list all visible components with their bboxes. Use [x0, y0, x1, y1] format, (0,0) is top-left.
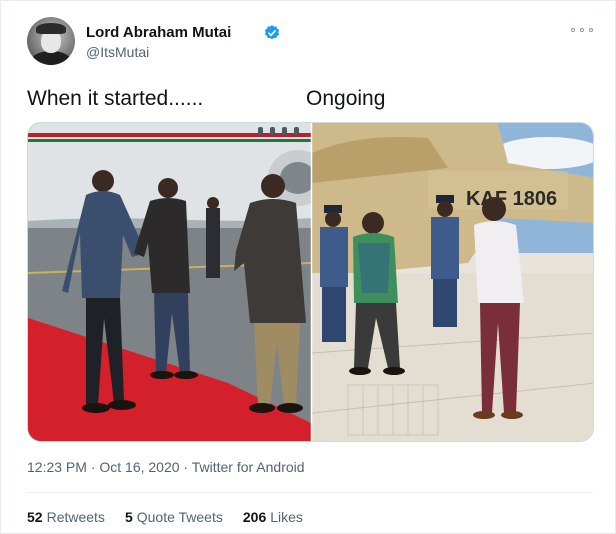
- avatar-hat: [36, 23, 66, 34]
- likes-label: Likes: [270, 509, 303, 525]
- handle[interactable]: @ItsMutai: [86, 44, 149, 60]
- left-photo: [28, 123, 328, 441]
- likes-count: 206: [242, 509, 267, 525]
- quote-tweets-stat[interactable]: 5 Quote Tweets: [125, 509, 223, 525]
- helicopter-registration: KAF 1806: [466, 188, 557, 210]
- right-photo: KAF 1806: [311, 123, 593, 441]
- display-name[interactable]: Lord Abraham Mutai: [86, 24, 231, 41]
- tweet-media[interactable]: KAF 1806: [27, 122, 594, 442]
- quote-tweets-label: Quote Tweets: [136, 509, 223, 525]
- verified-badge-icon: [264, 25, 280, 40]
- tweet-text-right: Ongoing: [306, 87, 386, 110]
- likes-stat[interactable]: 206 Likes: [243, 509, 303, 525]
- retweets-stat[interactable]: 52 Retweets: [27, 509, 105, 525]
- avatar-body: [31, 51, 71, 65]
- media-photos: KAF 1806: [28, 123, 593, 441]
- tweet-stats: 52 Retweets 5 Quote Tweets 206 Likes: [27, 509, 303, 525]
- tweet-card: Lord Abraham Mutai @ItsMutai When it sta…: [0, 0, 616, 534]
- avatar[interactable]: [27, 17, 75, 65]
- more-options-icon[interactable]: [571, 23, 593, 37]
- tweet-text-left: When it started......: [27, 87, 204, 110]
- tweet-header: Lord Abraham Mutai @ItsMutai: [27, 15, 597, 71]
- divider: [27, 492, 593, 493]
- tweet-timestamp[interactable]: 12:23 PM · Oct 16, 2020 · Twitter for An…: [27, 459, 305, 475]
- retweets-label: Retweets: [46, 509, 105, 525]
- retweets-count: 52: [27, 509, 43, 525]
- quote-tweets-count: 5: [124, 509, 133, 525]
